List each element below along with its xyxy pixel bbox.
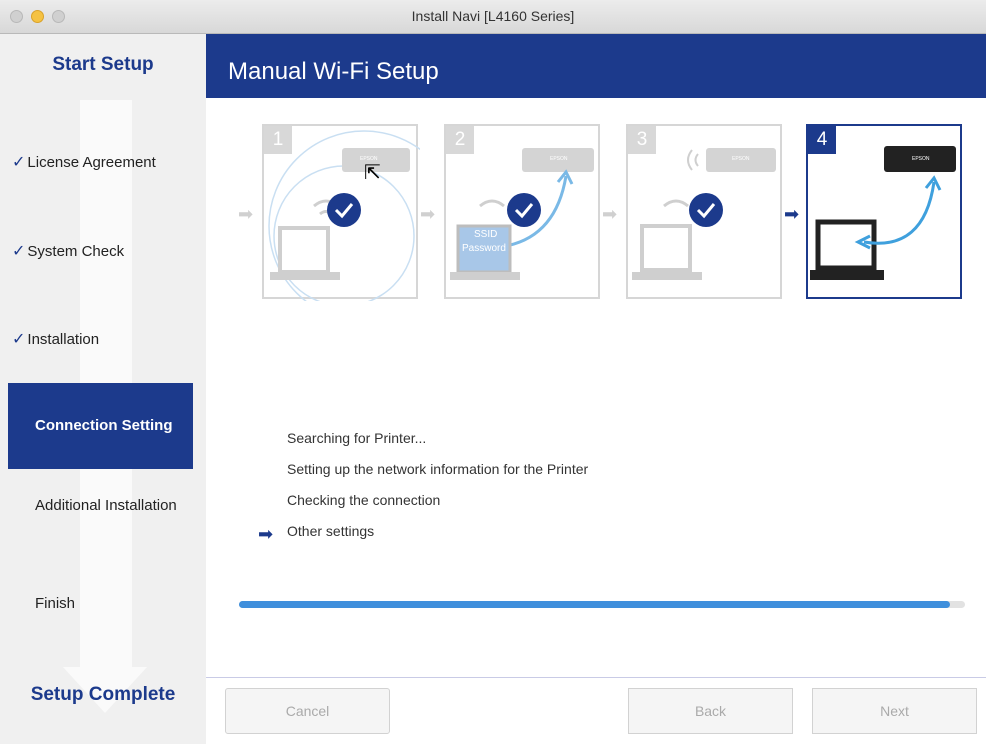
- step-arrow-icon: ➡: [602, 204, 618, 224]
- step-panel-1: 1 EPSON ⇱: [262, 124, 420, 301]
- password-label: Password: [462, 243, 506, 254]
- sidebar-item-system-check: ✓ System Check: [12, 241, 124, 261]
- sidebar-complete-label: Setup Complete: [30, 684, 176, 705]
- printer-brand: EPSON: [732, 156, 750, 162]
- status-item: Searching for Printer...: [287, 430, 427, 446]
- active-step-pointer: [180, 383, 193, 469]
- sidebar-item-installation: ✓ Installation: [12, 329, 99, 349]
- sidebar-item-finish: Finish: [35, 595, 75, 612]
- next-button[interactable]: Next: [812, 688, 977, 734]
- step-number: 3: [628, 126, 656, 154]
- sidebar-item-label: Additional Installation: [35, 497, 177, 514]
- step-arrow-icon: ➡: [238, 204, 254, 224]
- printer-brand: EPSON: [550, 156, 568, 162]
- step-number: 2: [446, 126, 474, 154]
- ssid-label: SSID: [474, 229, 498, 240]
- sidebar: Start Setup ✓ License Agreement ✓ System…: [0, 34, 206, 744]
- step-arrow-icon: ➡: [420, 204, 436, 224]
- sidebar-item-label: Finish: [35, 595, 76, 612]
- window-title: Install Navi [L4160 Series]: [411, 8, 575, 24]
- title-bar: Install Navi [L4160 Series]: [0, 0, 986, 34]
- progress-bar: [239, 601, 965, 608]
- status-item: Setting up the network information for t…: [287, 461, 589, 477]
- step-number: 1: [264, 126, 292, 154]
- sidebar-item-label: Installation: [27, 330, 100, 348]
- sidebar-item-label: System Check: [27, 242, 125, 260]
- status-item: Checking the connection: [287, 492, 441, 508]
- sidebar-item-label: License Agreement: [27, 153, 156, 171]
- page-header: Manual Wi-Fi Setup: [206, 34, 986, 98]
- checkmark-icon: ✓: [12, 154, 26, 171]
- step-arrow-icon: ➡: [784, 204, 800, 224]
- cancel-button[interactable]: Cancel: [225, 688, 390, 734]
- step-panel-3: 3 EPSON: [626, 124, 782, 299]
- mouse-cursor-icon: ⇱: [364, 162, 381, 184]
- step-panel-4: 4 EPSON: [806, 124, 962, 299]
- printer-brand: EPSON: [912, 156, 930, 162]
- sidebar-item-license-agreement: ✓ License Agreement: [12, 152, 156, 172]
- current-step-arrow-icon: ➡: [258, 524, 274, 544]
- page-title: Manual Wi-Fi Setup: [228, 58, 439, 85]
- footer-divider: [206, 677, 986, 678]
- checkmark-icon: ✓: [12, 331, 26, 348]
- step-panel-2: 2 EPSON SSID Password: [444, 124, 600, 299]
- sidebar-start-label: Start Setup: [52, 54, 154, 75]
- status-item-current: Other settings: [287, 523, 375, 539]
- sidebar-item-additional-installation: Additional Installation: [35, 497, 177, 514]
- back-button[interactable]: Back: [628, 688, 793, 734]
- progress-bar-fill: [239, 601, 951, 608]
- checkmark-icon: ✓: [12, 243, 26, 260]
- step-number: 4: [808, 126, 836, 154]
- sidebar-item-label: Connection Setting: [35, 417, 173, 434]
